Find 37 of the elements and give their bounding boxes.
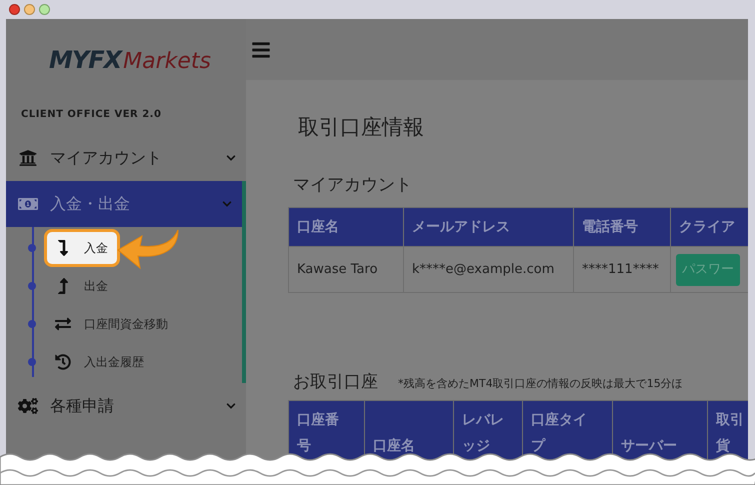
nav-item[interactable]: 各種申請 bbox=[6, 383, 246, 429]
table-cell: ****111**** bbox=[574, 246, 670, 292]
nav-label: 各種申請 bbox=[50, 395, 115, 417]
bank-icon bbox=[18, 149, 38, 167]
sub-nav-item[interactable]: 入金 bbox=[44, 229, 120, 267]
history-icon bbox=[54, 354, 72, 370]
note-text: *残高を含めたMT4取引口座の情報の反映は最大で15分ほ bbox=[398, 376, 683, 392]
logo: MYFXMarkets bbox=[48, 45, 212, 76]
sub-nav-item[interactable]: 入出金履歴 bbox=[38, 343, 144, 381]
column-header: 電話番号 bbox=[574, 208, 670, 246]
swap-arrows-icon bbox=[54, 316, 72, 332]
nav-item[interactable]: マイアカウント bbox=[6, 135, 246, 181]
nav-label: マイアカウント bbox=[50, 147, 163, 169]
table-cell: k****e@example.com bbox=[404, 246, 574, 292]
sub-nav-label: 入金 bbox=[84, 240, 108, 257]
chevron-icon bbox=[222, 199, 232, 209]
nav-item[interactable]: 入金・出金 bbox=[6, 181, 242, 227]
nav-label: 入金・出金 bbox=[50, 193, 131, 215]
column-header: クライア bbox=[670, 208, 748, 246]
sub-nav-label: 出金 bbox=[84, 278, 108, 295]
section-heading: マイアカウント bbox=[293, 174, 413, 197]
chevron-icon bbox=[226, 153, 236, 163]
close-window-button[interactable] bbox=[9, 4, 20, 15]
column-header: 口座名 bbox=[288, 208, 404, 246]
sub-nav-label: 入出金履歴 bbox=[84, 354, 144, 371]
menu-icon[interactable] bbox=[250, 40, 272, 60]
table-cell: Kawase Taro bbox=[288, 246, 404, 292]
gears-icon bbox=[18, 397, 38, 415]
sub-nav-item[interactable]: 出金 bbox=[38, 267, 108, 305]
banknote-icon bbox=[18, 195, 38, 213]
version-label: CLIENT OFFICE VER 2.0 bbox=[20, 108, 162, 122]
section-heading: お取引口座 bbox=[293, 371, 378, 394]
sub-nav-item[interactable]: 口座間資金移動 bbox=[38, 305, 168, 343]
sub-nav-label: 口座間資金移動 bbox=[84, 316, 168, 333]
chevron-icon bbox=[226, 401, 236, 411]
page-title: 取引口座情報 bbox=[298, 114, 425, 141]
column-header: メールアドレス bbox=[404, 208, 574, 246]
